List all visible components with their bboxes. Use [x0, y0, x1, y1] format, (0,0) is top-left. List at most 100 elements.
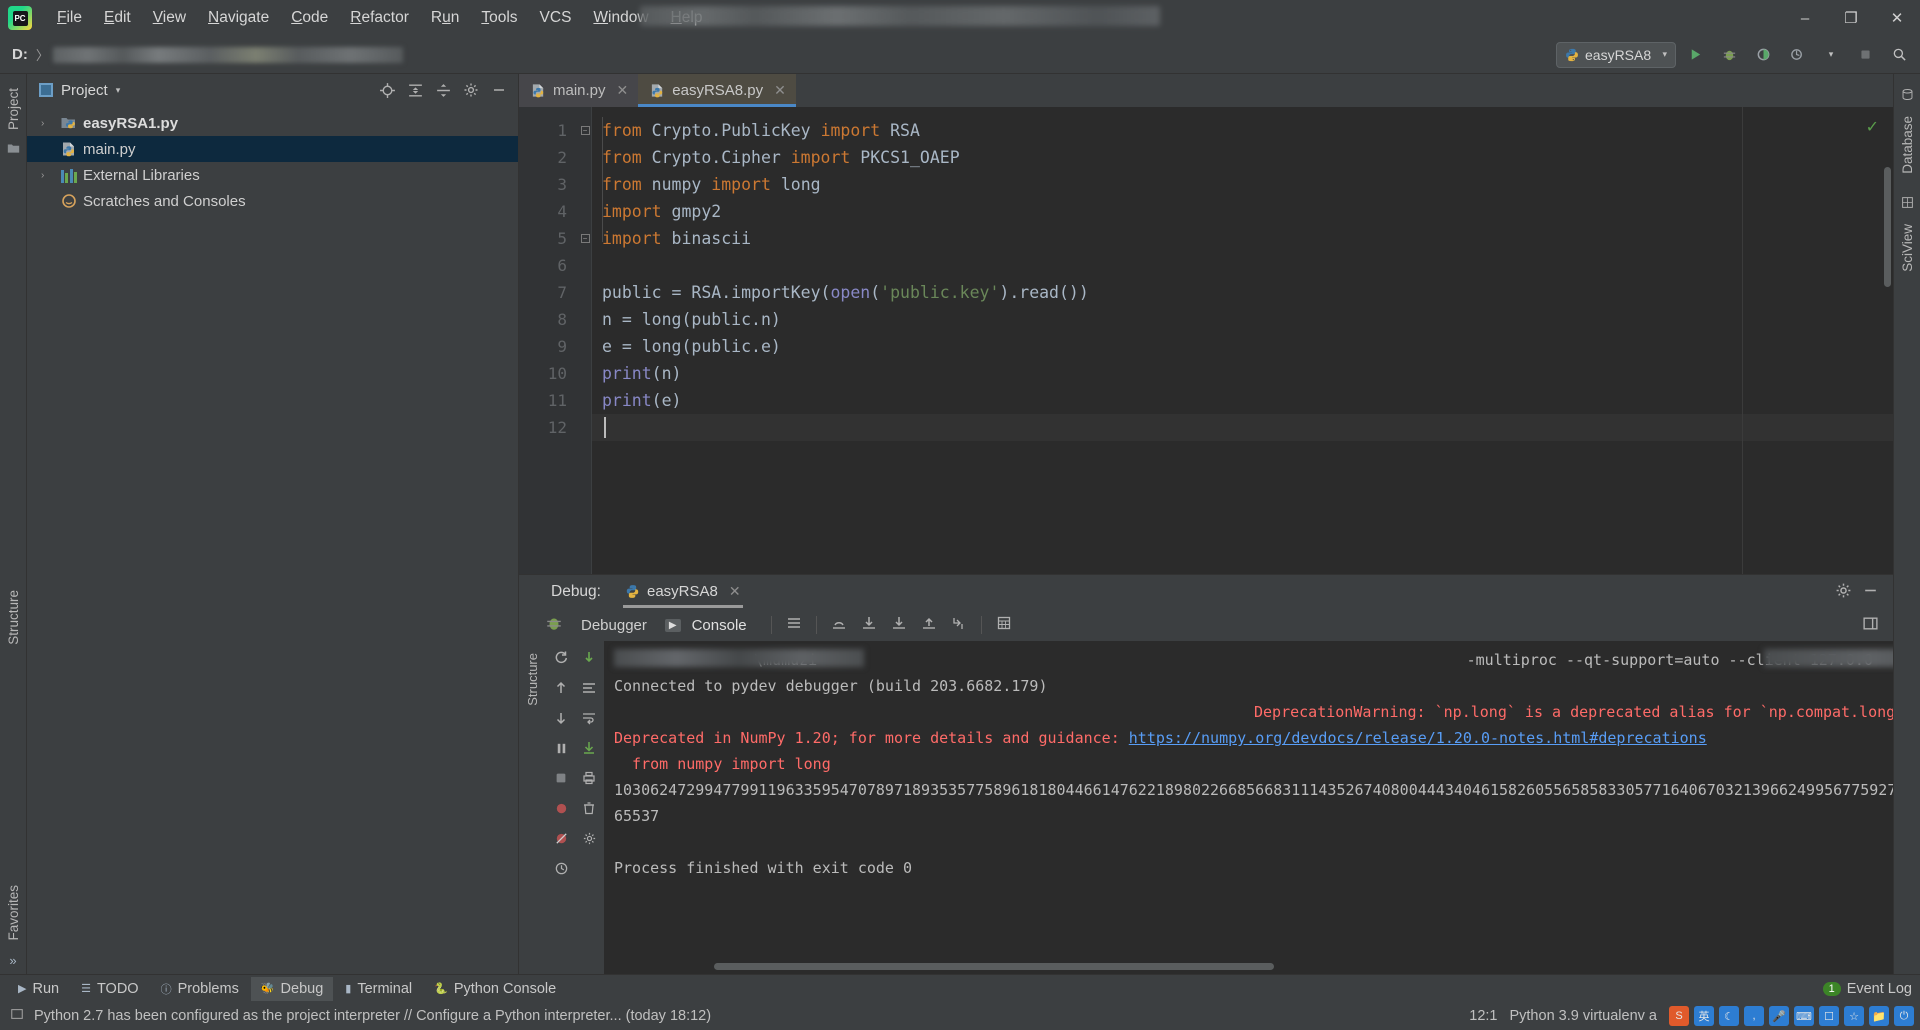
chevron-down-icon[interactable]: ▾: [116, 85, 121, 96]
tool-tab-structure[interactable]: Structure: [4, 584, 23, 651]
close-icon[interactable]: ✕: [774, 82, 786, 99]
bottom-tab-todo[interactable]: ☰ TODO: [71, 977, 149, 1001]
folder-icon[interactable]: 📁: [1869, 1006, 1889, 1026]
memory-indicator-icon[interactable]: [10, 1007, 24, 1025]
menu-vcs[interactable]: VCS: [529, 5, 583, 31]
step-out-icon[interactable]: [831, 615, 847, 635]
up-arrow-icon[interactable]: [548, 675, 574, 701]
console-link[interactable]: https://numpy.org/devdocs/release/1.20.0…: [1129, 729, 1707, 747]
fold-marker-icon[interactable]: −: [579, 117, 591, 144]
hide-panel-icon[interactable]: [486, 78, 512, 102]
tool-tab-favorites[interactable]: Favorites: [4, 879, 23, 947]
tool-tab-sciview[interactable]: SciView: [1898, 218, 1917, 278]
code-folding-column[interactable]: − −: [579, 107, 591, 574]
tree-item-easyrsa1[interactable]: › easyRSA1.py: [27, 110, 518, 136]
power-icon[interactable]: ⏻: [1894, 1006, 1914, 1026]
event-log-button[interactable]: 1 Event Log: [1822, 981, 1912, 997]
menu-code[interactable]: Code: [280, 5, 339, 31]
step-out-up-icon[interactable]: [921, 615, 937, 635]
bottom-tab-python-console[interactable]: 🐍 Python Console: [424, 977, 566, 1001]
chevron-right-icon[interactable]: ›: [41, 118, 53, 129]
close-button[interactable]: ✕: [1874, 0, 1920, 36]
breadcrumb-drive[interactable]: D:: [12, 46, 28, 63]
bottom-tab-debug[interactable]: 🐝 Debug: [250, 976, 334, 1001]
tree-item-external-libraries[interactable]: › External Libraries: [27, 162, 518, 188]
more-tools-icon[interactable]: »: [9, 953, 16, 968]
ime-icon[interactable]: S: [1669, 1006, 1689, 1026]
collapse-all-icon[interactable]: [430, 78, 456, 102]
clock-icon[interactable]: [548, 855, 574, 881]
editor-scrollbar[interactable]: [1884, 167, 1891, 287]
mute-breakpoints-icon[interactable]: [548, 795, 574, 821]
comma-icon[interactable]: ,: [1744, 1006, 1764, 1026]
tool-tab-project[interactable]: Project: [4, 82, 23, 136]
scroll-to-end-icon[interactable]: [576, 735, 602, 761]
run-to-cursor-icon[interactable]: [951, 615, 967, 635]
tool-tab-structure-debug[interactable]: Structure: [523, 647, 542, 712]
pause-icon[interactable]: [548, 735, 574, 761]
step-into-icon[interactable]: [861, 615, 877, 635]
bottom-tab-problems[interactable]: ⓘ Problems: [151, 977, 249, 1001]
menu-run[interactable]: Run: [420, 5, 470, 31]
code-content[interactable]: from Crypto.PublicKey import RSA from Cry…: [591, 107, 1893, 574]
force-step-into-icon[interactable]: [891, 615, 907, 635]
fold-marker-icon[interactable]: −: [579, 225, 591, 252]
sciview-panel-icon[interactable]: [1901, 196, 1914, 212]
bottom-tab-terminal[interactable]: ▮ Terminal: [335, 977, 422, 1001]
menu-tools[interactable]: Tools: [470, 5, 528, 31]
project-folder-icon[interactable]: [7, 142, 20, 158]
keyboard-icon[interactable]: ⌨: [1794, 1006, 1814, 1026]
print-icon[interactable]: [576, 765, 602, 791]
tree-item-mainpy[interactable]: › main.py: [27, 136, 518, 162]
locate-icon[interactable]: [374, 78, 400, 102]
inspection-status-icon[interactable]: ✓: [1866, 117, 1879, 137]
mic-icon[interactable]: 🎤: [1769, 1006, 1789, 1026]
search-icon[interactable]: [1884, 41, 1914, 69]
run-button[interactable]: [1680, 41, 1710, 69]
layout-icon[interactable]: [786, 615, 802, 635]
chevron-down-icon[interactable]: ▾: [1816, 41, 1846, 69]
menu-view[interactable]: View: [142, 5, 197, 31]
close-icon[interactable]: ✕: [617, 82, 629, 99]
bottom-tab-run[interactable]: ▶ Run: [8, 977, 69, 1001]
code-editor[interactable]: 1 2 3 4 5 6 7 8 9 10 11 12 − − from Crypto.PublicKe…: [519, 107, 1893, 574]
database-panel-icon[interactable]: [1901, 88, 1914, 104]
minimize-button[interactable]: –: [1782, 0, 1828, 36]
menu-edit[interactable]: Edit: [93, 5, 142, 31]
settings-icon[interactable]: [576, 675, 602, 701]
console-horizontal-scrollbar[interactable]: [714, 963, 1274, 970]
debug-subtab-console[interactable]: ▶ Console: [664, 613, 751, 638]
soft-wrap-icon[interactable]: [576, 705, 602, 731]
caret-position[interactable]: 12:1: [1469, 1008, 1497, 1024]
view-breakpoints-icon[interactable]: [548, 825, 574, 851]
evaluate-expression-icon[interactable]: [996, 615, 1012, 635]
debug-session-tab[interactable]: easyRSA8 ✕: [617, 576, 749, 608]
minimize-icon[interactable]: [1862, 582, 1879, 603]
restore-layout-icon[interactable]: [1862, 615, 1893, 636]
screen-icon[interactable]: ☐: [1819, 1006, 1839, 1026]
menu-file[interactable]: File: [46, 5, 93, 31]
menu-navigate[interactable]: Navigate: [197, 5, 280, 31]
tool-tab-database[interactable]: Database: [1898, 110, 1917, 180]
close-icon[interactable]: ✕: [729, 583, 741, 600]
editor-tab-main-py[interactable]: main.py ✕: [519, 74, 639, 107]
lang-en-icon[interactable]: 英: [1694, 1006, 1714, 1026]
gear-icon[interactable]: [1835, 582, 1852, 603]
stop-button[interactable]: [1850, 41, 1880, 69]
settings-gear-icon[interactable]: [576, 825, 602, 851]
run-configuration-selector[interactable]: easyRSA8 ▾: [1556, 41, 1676, 68]
settings-icon[interactable]: [458, 78, 484, 102]
expand-all-icon[interactable]: [402, 78, 428, 102]
down-arrow-icon[interactable]: [548, 705, 574, 731]
menu-refactor[interactable]: Refactor: [339, 5, 420, 31]
interpreter-indicator[interactable]: Python 3.9 virtualenv a: [1509, 1008, 1657, 1024]
console-output[interactable]: \mumuzi-multiproc --qt-support=auto --cl…: [604, 641, 1893, 974]
debug-button[interactable]: [1714, 41, 1744, 69]
stop-icon[interactable]: [548, 765, 574, 791]
debug-subtab-debugger[interactable]: Debugger: [577, 613, 651, 638]
rerun-icon[interactable]: [548, 645, 574, 671]
maximize-button[interactable]: ❐: [1828, 0, 1874, 36]
trash-icon[interactable]: [576, 795, 602, 821]
profile-button[interactable]: [1782, 41, 1812, 69]
chevron-right-icon[interactable]: ›: [41, 170, 53, 181]
